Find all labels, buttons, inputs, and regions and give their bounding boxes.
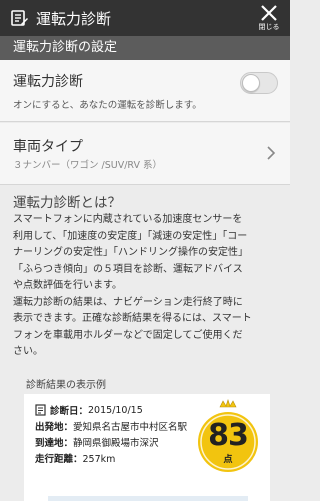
about-line: フォンを車載用ホルダーなどで固定してご使用くだ bbox=[13, 329, 243, 341]
vehicle-type-row[interactable]: 車両タイプ ３ナンバー（ワゴン /SUV/RV 系） bbox=[0, 123, 290, 185]
page-title: 運転力診断 bbox=[36, 9, 112, 28]
diagnosis-setting-description: オンにすると、あなたの運転を診断します。 bbox=[13, 100, 202, 111]
score-badge: 83 点 bbox=[196, 398, 260, 478]
close-label: 閉じる bbox=[258, 23, 280, 31]
example-arrival: 到達地：静岡県御殿場市深沢 bbox=[35, 435, 159, 449]
chevron-right-icon bbox=[267, 146, 276, 160]
about-body: スマートフォンに内蔵されている加速度センサーを 利用して、「加速度の安定度」「減… bbox=[13, 212, 283, 361]
example-distance-label: 走行距離： bbox=[35, 454, 83, 465]
score-value: 83 bbox=[208, 418, 249, 453]
about-line: ナーリングの安定性」「ハンドリング操作の安定性」 bbox=[13, 247, 248, 258]
score-unit: 点 bbox=[223, 455, 233, 465]
about-line: スマートフォンに内蔵されている加速度センサーを bbox=[13, 214, 243, 225]
example-departure: 出発地：愛知県名古屋市中村区名駅 bbox=[35, 419, 187, 433]
about-heading: 運転力診断とは？ bbox=[13, 195, 121, 211]
example-date: 診断日： 2015/10/15 bbox=[35, 403, 143, 417]
diagnosis-setting-row[interactable]: 運転力診断 オンにすると、あなたの運転を診断します。 bbox=[0, 60, 290, 122]
example-arrival-value: 静岡県御殿場市深沢 bbox=[73, 438, 159, 449]
diagnosis-setting-label: 運転力診断 bbox=[13, 74, 83, 90]
example-date-label: 診断日： bbox=[50, 406, 89, 417]
vehicle-type-value: ３ナンバー（ワゴン /SUV/RV 系） bbox=[13, 160, 163, 171]
example-distance-value: 257km bbox=[82, 454, 116, 465]
card-bottom-strip bbox=[48, 496, 248, 501]
toggle-knob bbox=[242, 74, 260, 92]
close-button[interactable]: 閉じる bbox=[254, 3, 284, 35]
about-line: 表示できます。正確な診断結果を得るには、スマート bbox=[13, 313, 252, 324]
edit-note-icon bbox=[9, 9, 28, 28]
vehicle-type-label: 車両タイプ bbox=[13, 139, 83, 155]
about-line: 運転力診断の結果は、ナビゲーション走行終了時に bbox=[13, 296, 243, 308]
about-section: 運転力診断とは？ スマートフォンに内蔵されている加速度センサーを 利用して、「加… bbox=[0, 186, 290, 501]
about-line: 「ふらつき傾向」の５項目を診断、運転アドバイス bbox=[13, 263, 243, 275]
example-date-value: 2015/10/15 bbox=[88, 404, 143, 416]
title-bar: 運転力診断 閉じる bbox=[0, 0, 290, 36]
example-arrival-label: 到達地： bbox=[35, 438, 74, 449]
about-line: や点数評価を行います。 bbox=[13, 280, 122, 291]
close-x-icon bbox=[261, 5, 277, 21]
example-label: 診断結果の表示例 bbox=[26, 380, 106, 391]
about-line: 利用して、「加速度の安定度」「減速の安定性」「コー bbox=[13, 230, 248, 242]
example-departure-value: 愛知県名古屋市中村区名駅 bbox=[73, 422, 188, 433]
example-result-card: 診断日： 2015/10/15 出発地：愛知県名古屋市中村区名駅 到達地：静岡県… bbox=[24, 394, 270, 501]
example-distance: 走行距離：257km bbox=[35, 451, 115, 465]
example-departure-label: 出発地： bbox=[35, 422, 74, 433]
document-icon bbox=[35, 404, 46, 416]
section-header: 運転力診断の設定 bbox=[0, 36, 290, 60]
about-line: さい。 bbox=[13, 346, 43, 357]
diagnosis-toggle[interactable] bbox=[240, 72, 278, 94]
